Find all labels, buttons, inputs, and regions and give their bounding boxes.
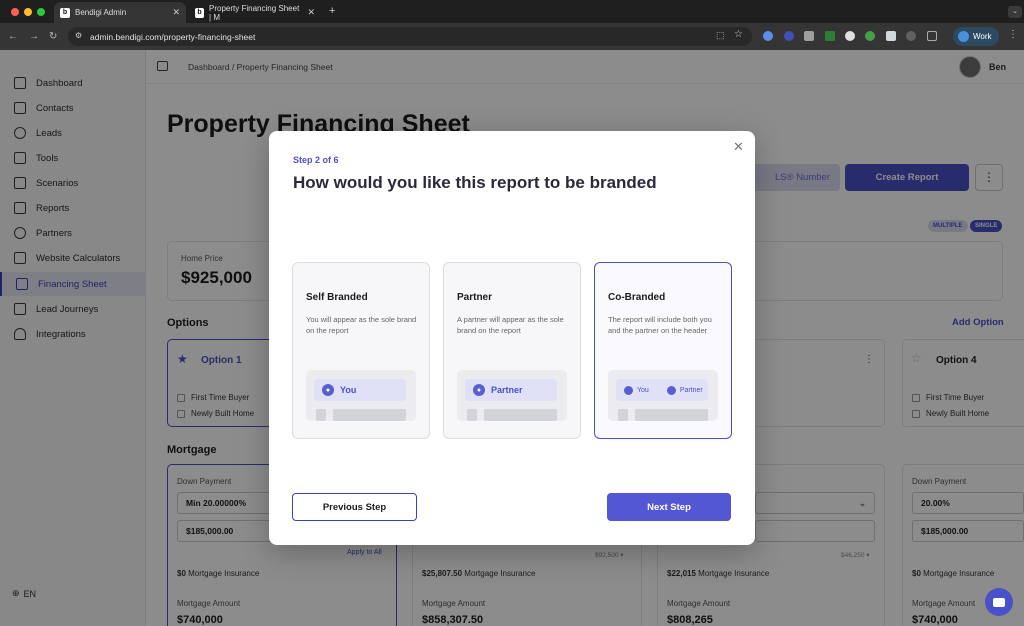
chip-label: Partner [491,385,523,395]
extension-icon[interactable] [845,31,855,41]
new-tab-icon[interactable]: + [329,5,335,17]
chip-label: You [637,386,649,394]
back-icon[interactable]: ← [8,31,18,42]
preview-bar [316,409,326,421]
branding-preview: ● You [306,370,416,421]
branding-preview: You Partner [608,370,718,421]
maximize-window-icon[interactable] [37,8,45,16]
option-title: Partner [457,292,493,303]
option-title: Self Branded [306,292,368,303]
partner-avatar-icon [666,385,676,395]
profile-button[interactable]: Work [953,27,999,46]
next-step-button[interactable]: Next Step [607,493,731,521]
reload-icon[interactable]: ↻ [49,31,57,42]
chat-bubble-icon [993,597,1005,607]
user-avatar-icon: ● [322,384,334,396]
tab-search-icon[interactable]: ⌄ [1008,6,1022,18]
option-description: You will appear as the sole brand on the… [306,315,417,335]
chip-label: You [340,385,357,395]
url-bar[interactable]: admin.bendigi.com/property-financing-she… [68,27,752,46]
install-icon[interactable]: ⬚ [716,30,725,41]
option-title: Co-Branded [608,292,666,303]
minimize-window-icon[interactable] [24,8,32,16]
forward-icon[interactable]: → [29,31,39,42]
profile-avatar-icon [958,31,969,42]
tab-label: Property Financing Sheet | M [209,3,300,22]
branding-option-partner[interactable]: Partner A partner will appear as the sol… [443,262,581,439]
preview-bar [618,409,628,421]
option-description: A partner will appear as the sole brand … [457,315,564,335]
preview-chip: ● Partner [465,379,557,401]
extension-icon[interactable] [886,31,896,41]
url-text: admin.bendigi.com/property-financing-she… [90,31,256,42]
chip-label: Partner [679,386,703,394]
branding-option-self[interactable]: Self Branded You will appear as the sole… [292,262,430,439]
preview-bar [333,409,406,421]
user-avatar-icon [624,385,633,395]
chat-button[interactable] [985,588,1013,616]
option-description: The report will include both you and the… [608,315,712,335]
site-info-icon[interactable]: ⚙ [75,31,82,40]
user-avatar-icon: ● [473,384,485,396]
browser-tab[interactable]: b Property Financing Sheet | M ✕ [189,2,321,23]
bookmark-star-icon[interactable]: ☆ [734,29,743,40]
extension-icon[interactable] [804,31,814,41]
bendigi-favicon-icon: b [60,7,70,18]
preview-bar [635,409,708,421]
extension-icon[interactable] [825,31,835,41]
extension-icon[interactable] [784,31,794,41]
branding-option-co-branded[interactable]: Co-Branded The report will include both … [594,262,732,439]
close-tab-icon[interactable]: ✕ [307,7,315,18]
preview-bar [467,409,477,421]
step-indicator: Step 2 of 6 [293,155,339,165]
profile-label: Work [973,32,992,41]
extension-icon[interactable] [763,31,773,41]
browser-tab-active[interactable]: b Bendigi Admin ✕ [54,2,186,23]
tab-label: Bendigi Admin [75,8,127,17]
close-tab-icon[interactable]: ✕ [172,7,180,18]
close-icon[interactable]: ✕ [733,139,744,155]
extensions-puzzle-icon[interactable] [927,31,937,41]
preview-bar [484,409,557,421]
close-window-icon[interactable] [11,8,19,16]
modal-title: How would you like this report to be bra… [293,173,657,192]
browser-menu-icon[interactable]: ⋮ [1008,29,1018,40]
branding-preview: ● Partner [457,370,567,421]
grammarly-icon[interactable] [865,31,875,41]
preview-chip: ● You [314,379,406,401]
previous-step-button[interactable]: Previous Step [292,493,417,521]
preview-chip: You Partner [616,379,708,401]
bendigi-favicon-icon: b [195,7,205,18]
extension-icon[interactable] [906,31,916,41]
